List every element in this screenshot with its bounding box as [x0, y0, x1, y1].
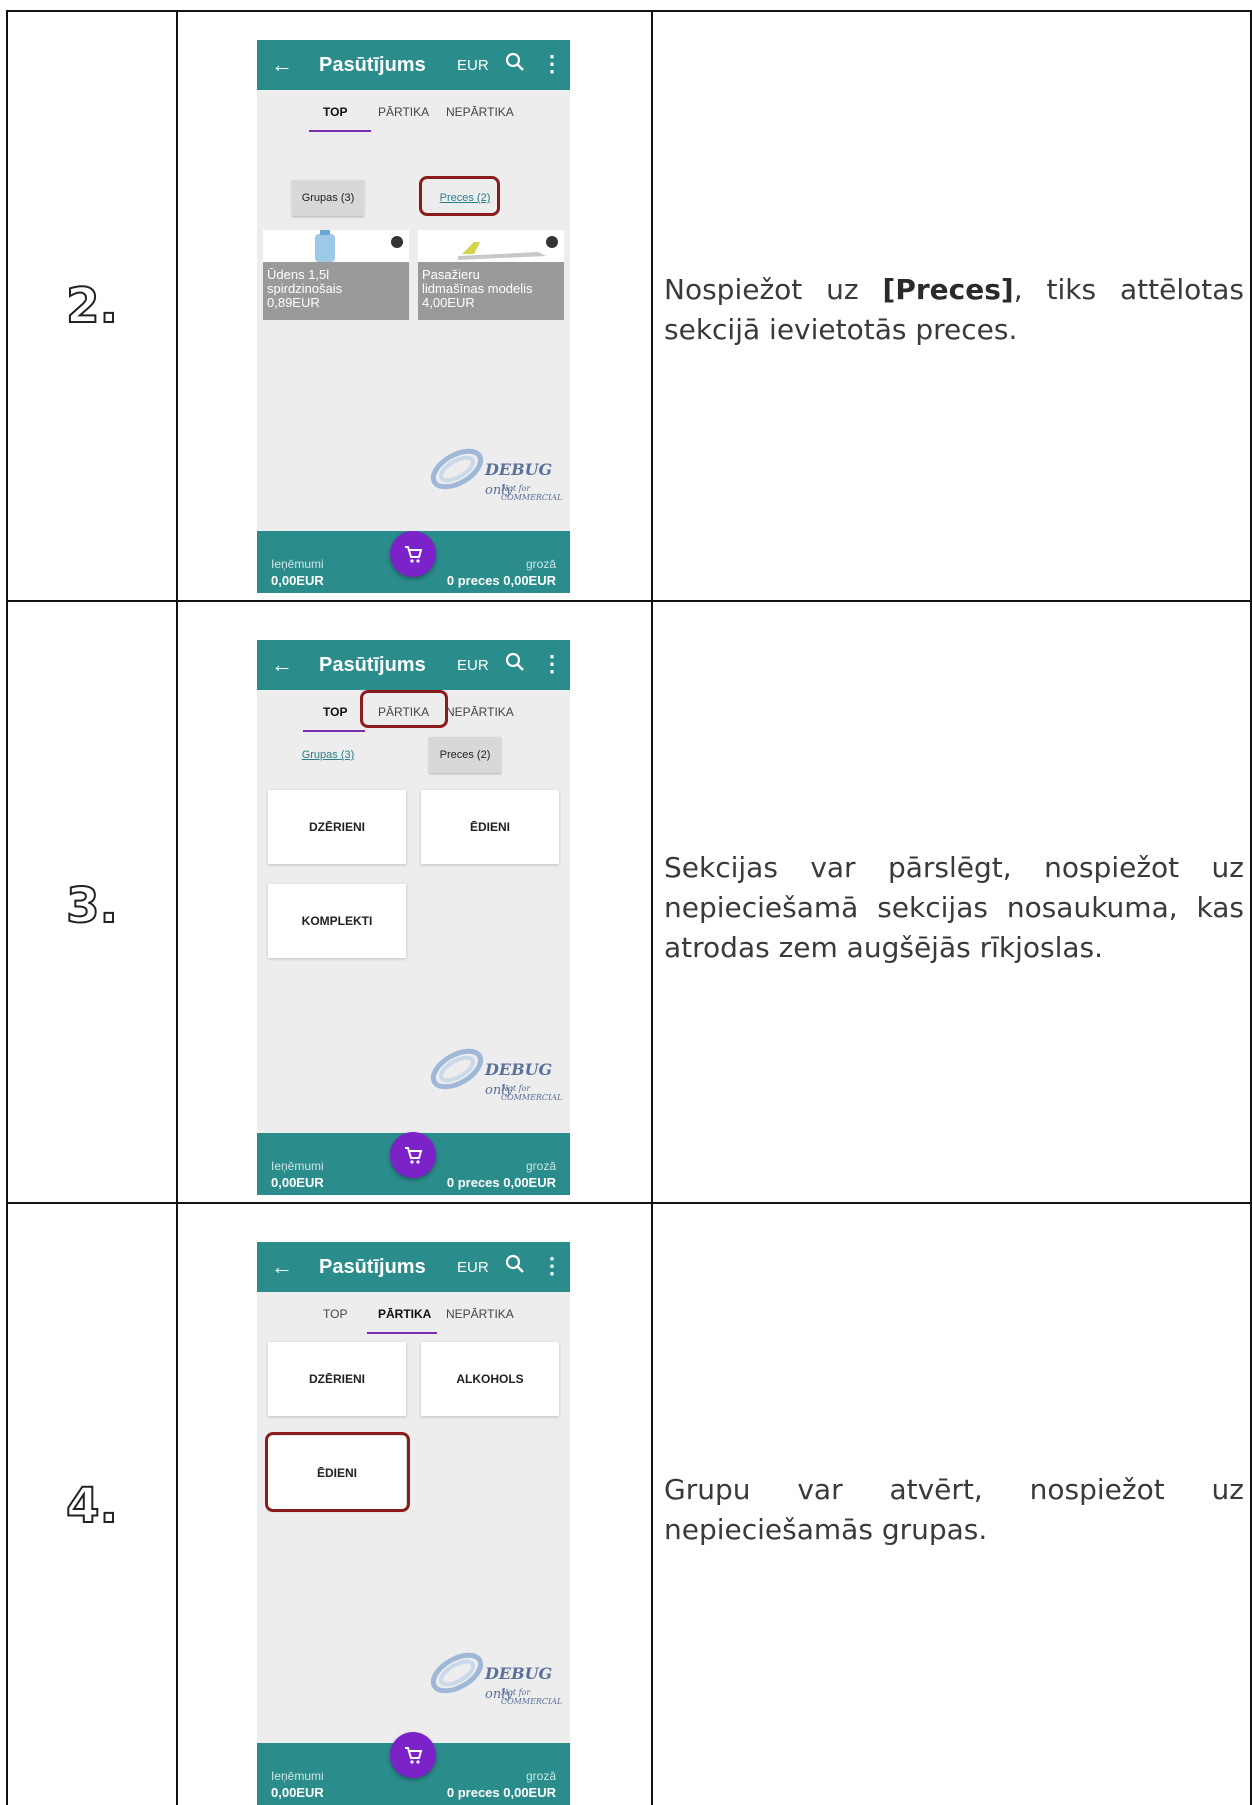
step-description: Sekcijas var pārslēgt, nospiežot uz nepi…	[664, 851, 1244, 964]
active-tab-indicator	[367, 1332, 437, 1334]
app-bar: ← Pasūtījums EUR ⋮	[257, 40, 570, 90]
watermark-logo-icon	[430, 448, 484, 490]
step-description: Nospiežot uz [Preces], tiks attēlotas se…	[664, 273, 1244, 346]
product-card[interactable]: Ūdens 1,5l spirdzinošais 0,89EUR	[263, 230, 409, 320]
product-image	[263, 230, 409, 262]
products-button[interactable]: Preces (2)	[429, 737, 501, 773]
groups-button[interactable]: Grupas (3)	[292, 737, 364, 773]
step-number: 4.	[65, 1477, 119, 1535]
tab-partika[interactable]: PĀRTIKA	[378, 105, 429, 119]
more-vert-icon[interactable]: ⋮	[541, 1253, 563, 1279]
group-tile[interactable]: KOMPLEKTI	[268, 884, 406, 958]
cart-fab-button[interactable]	[390, 1132, 436, 1178]
revenue-value: 0,00EUR	[271, 1785, 324, 1800]
cart-value: 0 preces 0,00EUR	[446, 1175, 556, 1190]
revenue-label: Ieņēmumi	[271, 1159, 324, 1173]
active-tab-indicator	[309, 130, 371, 132]
back-arrow-icon[interactable]: ←	[271, 652, 293, 678]
cart-label: grozā	[525, 1769, 556, 1783]
table-row-divider	[6, 600, 1252, 602]
step-number: 3.	[65, 877, 119, 935]
more-vert-icon[interactable]: ⋮	[541, 51, 563, 77]
cart-icon	[405, 546, 423, 563]
active-tab-indicator	[303, 730, 365, 732]
cart-label: grozā	[525, 1159, 556, 1173]
search-icon[interactable]	[505, 1253, 525, 1277]
product-image	[418, 230, 564, 262]
app-title: Pasūtījums	[319, 1256, 426, 1278]
app-title: Pasūtījums	[319, 654, 426, 676]
phone-screenshot: ← Pasūtījums EUR ⋮ TOP PĀRTIKA NEPĀRTIKA…	[257, 1242, 570, 1805]
group-tile[interactable]: ĒDIENI	[421, 790, 559, 864]
cart-fab-button[interactable]	[390, 531, 436, 577]
search-icon[interactable]	[505, 651, 525, 675]
table-column-divider	[651, 10, 653, 1805]
cart-value: 0 preces 0,00EUR	[446, 573, 556, 588]
phone-screenshot: ← Pasūtījums EUR ⋮ TOP PĀRTIKA NEPĀRTIKA…	[257, 40, 570, 593]
groups-button[interactable]: Grupas (3)	[292, 180, 364, 216]
revenue-label: Ieņēmumi	[271, 1769, 324, 1783]
phone-screenshot: ← Pasūtījums EUR ⋮ TOP PĀRTIKA NEPĀRTIKA…	[257, 640, 570, 1195]
highlight-box	[265, 1432, 410, 1512]
tab-nepartika[interactable]: NEPĀRTIKA	[446, 105, 514, 119]
more-vert-icon[interactable]: ⋮	[541, 651, 563, 677]
cart-value: 0 preces 0,00EUR	[446, 1785, 556, 1800]
tab-nepartika[interactable]: NEPĀRTIKA	[446, 705, 514, 719]
water-bottle-icon	[315, 230, 335, 262]
back-arrow-icon[interactable]: ←	[271, 1254, 293, 1280]
revenue-value: 0,00EUR	[271, 1175, 324, 1190]
table-border-top	[6, 10, 1252, 12]
watermark-logo-icon	[430, 1652, 484, 1694]
currency-selector[interactable]: EUR	[457, 657, 489, 674]
app-bar: ← Pasūtījums EUR ⋮	[257, 1242, 570, 1292]
watermark-logo-icon	[430, 1048, 484, 1090]
currency-selector[interactable]: EUR	[457, 57, 489, 74]
debug-watermark: DEBUG only Not for COMMERCIAL	[427, 438, 567, 508]
tab-top[interactable]: TOP	[323, 705, 347, 719]
product-label: Pasažieru lidmašīnas modelis 4,00EUR	[422, 267, 533, 310]
group-tile[interactable]: DZĒRIENI	[268, 1342, 406, 1416]
cart-icon	[405, 1747, 423, 1764]
cart-label: grozā	[525, 557, 556, 571]
table-row-divider	[6, 1202, 1252, 1204]
product-card[interactable]: Pasažieru lidmašīnas modelis 4,00EUR	[418, 230, 564, 320]
debug-watermark: DEBUG only Not for COMMERCIAL	[427, 1038, 567, 1108]
view-icon[interactable]	[546, 236, 558, 248]
revenue-label: Ieņēmumi	[271, 557, 324, 571]
highlight-box	[360, 690, 448, 728]
section-tabs: TOP PĀRTIKA NEPĀRTIKA	[257, 90, 570, 132]
step-description: Grupu var atvērt, nospiežot uz nepiecieš…	[664, 1473, 1244, 1546]
product-label: Ūdens 1,5l spirdzinošais 0,89EUR	[267, 267, 343, 310]
table-column-divider	[176, 10, 178, 1805]
revenue-value: 0,00EUR	[271, 573, 324, 588]
highlight-box	[419, 176, 500, 216]
app-bar: ← Pasūtījums EUR ⋮	[257, 640, 570, 690]
search-icon[interactable]	[505, 51, 525, 75]
back-arrow-icon[interactable]: ←	[271, 52, 293, 78]
tab-nepartika[interactable]: NEPĀRTIKA	[446, 1307, 514, 1321]
step-number: 2.	[65, 277, 119, 335]
view-icon[interactable]	[391, 236, 403, 248]
group-tile[interactable]: ALKOHOLS	[421, 1342, 559, 1416]
tab-top[interactable]: TOP	[323, 1307, 347, 1321]
airplane-model-icon	[458, 242, 546, 260]
group-tile[interactable]: DZĒRIENI	[268, 790, 406, 864]
cart-icon	[405, 1147, 423, 1164]
currency-selector[interactable]: EUR	[457, 1259, 489, 1276]
cart-fab-button[interactable]	[390, 1732, 436, 1778]
debug-watermark: DEBUG only Not for COMMERCIAL	[427, 1642, 567, 1712]
tab-top[interactable]: TOP	[323, 105, 347, 119]
section-tabs: TOP PĀRTIKA NEPĀRTIKA	[257, 1292, 570, 1334]
app-title: Pasūtījums	[319, 54, 426, 76]
tab-partika[interactable]: PĀRTIKA	[378, 1307, 431, 1321]
